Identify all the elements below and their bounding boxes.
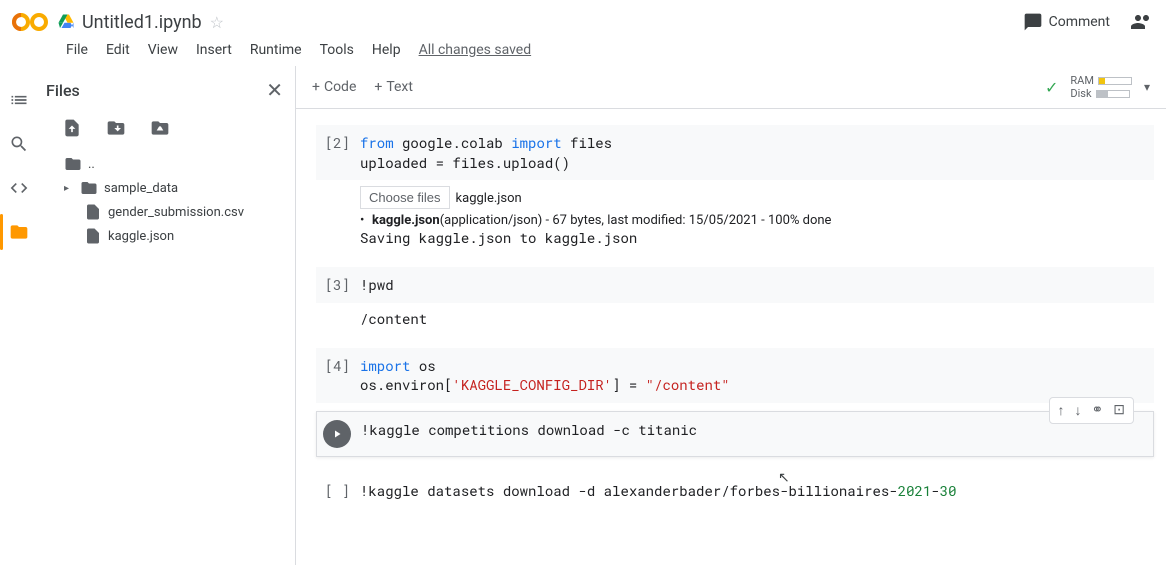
drive-icon	[56, 13, 76, 31]
menu-file[interactable]: File	[66, 42, 88, 58]
folder-icon	[80, 179, 98, 197]
menu-tools[interactable]: Tools	[320, 42, 354, 58]
code-editor[interactable]: from google.colab import files uploaded …	[360, 133, 1154, 172]
chevron-down-icon[interactable]: ▾	[1144, 80, 1150, 94]
upload-icon[interactable]	[62, 118, 82, 138]
comment-icon	[1023, 12, 1043, 32]
plus-icon: +	[312, 79, 320, 95]
close-icon[interactable]: ✕	[266, 78, 287, 102]
add-code-button[interactable]: +Code	[312, 79, 356, 95]
cell[interactable]: [4] import os os.environ['KAGGLE_CONFIG_…	[316, 348, 1154, 403]
left-rail	[0, 66, 38, 565]
share-icon[interactable]	[1130, 10, 1154, 34]
mount-drive-icon[interactable]	[150, 118, 170, 138]
code-editor[interactable]: import os os.environ['KAGGLE_CONFIG_DIR'…	[360, 356, 1154, 395]
file-icon	[84, 203, 102, 221]
run-cell-gutter	[317, 420, 361, 448]
tree-file-kaggle[interactable]: kaggle.json	[46, 224, 287, 248]
star-icon[interactable]: ☆	[210, 13, 224, 32]
link-icon[interactable]: ⚭	[1092, 402, 1104, 419]
exec-count: [4]	[316, 356, 360, 395]
menu-view[interactable]: View	[148, 42, 178, 58]
tree-parent[interactable]: ..	[46, 152, 287, 176]
file-icon	[84, 227, 102, 245]
menu-runtime[interactable]: Runtime	[250, 42, 302, 58]
move-up-icon[interactable]: ↑	[1058, 402, 1065, 419]
code-editor[interactable]: !kaggle competitions download -c titanic	[361, 420, 1153, 448]
save-status[interactable]: All changes saved	[419, 42, 532, 58]
tree-file-label: kaggle.json	[108, 229, 174, 244]
more-icon[interactable]: ⊡	[1113, 402, 1125, 419]
choose-files-button[interactable]: Choose files	[360, 186, 450, 209]
resource-indicator[interactable]: ✓ RAM Disk ▾	[1045, 74, 1150, 100]
cell[interactable]: [3] !pwd /content	[316, 267, 1154, 340]
menu-help[interactable]: Help	[372, 42, 401, 58]
tree-folder-sample[interactable]: ▸ sample_data	[46, 176, 287, 200]
exec-count: [3]	[316, 275, 360, 295]
tree-file-gender[interactable]: gender_submission.csv	[46, 200, 287, 224]
tree-folder-label: sample_data	[104, 181, 178, 196]
search-icon[interactable]	[9, 134, 29, 154]
plus-icon: +	[374, 79, 382, 95]
menu-insert[interactable]: Insert	[196, 42, 232, 58]
files-sidebar: Files ✕ .. ▸ sample_data gender_submissi…	[38, 66, 296, 565]
sidebar-title: Files	[46, 81, 80, 100]
code-editor[interactable]: !kaggle datasets download -d alexanderba…	[360, 481, 1154, 501]
tree-parent-label: ..	[88, 157, 95, 172]
code-icon[interactable]	[9, 178, 29, 198]
notebook-title[interactable]: Untitled1.ipynb	[82, 12, 202, 33]
menu-bar: File Edit View Insert Runtime Tools Help…	[0, 38, 1166, 66]
cell[interactable]: [2] from google.colab import files uploa…	[316, 125, 1154, 259]
colab-logo[interactable]	[12, 10, 48, 34]
cell[interactable]: [ ] !kaggle datasets download -d alexand…	[316, 473, 1154, 509]
add-text-button[interactable]: +Text	[374, 79, 413, 95]
menu-edit[interactable]: Edit	[106, 42, 130, 58]
comment-label: Comment	[1049, 14, 1110, 30]
code-editor[interactable]: !pwd	[360, 275, 1154, 295]
exec-count: [2]	[316, 133, 360, 172]
chevron-right-icon: ▸	[64, 183, 74, 194]
check-icon: ✓	[1045, 78, 1058, 97]
exec-count: [ ]	[316, 481, 360, 501]
mouse-cursor: ↖	[778, 470, 790, 486]
toc-icon[interactable]	[9, 90, 29, 110]
output-text: /content	[360, 309, 1154, 328]
move-down-icon[interactable]: ↓	[1075, 402, 1082, 419]
upload-status: kaggle.json(application/json) - 67 bytes…	[360, 213, 1154, 228]
notebook-content: +Code +Text ✓ RAM Disk ▾ [2] from google…	[296, 66, 1166, 565]
tree-file-label: gender_submission.csv	[108, 205, 244, 220]
folder-icon	[64, 155, 82, 173]
files-icon[interactable]	[9, 222, 29, 242]
refresh-icon[interactable]	[106, 118, 126, 138]
output-text: Saving kaggle.json to kaggle.json	[360, 228, 1154, 247]
run-button[interactable]	[323, 420, 351, 448]
cell-active[interactable]: ↑ ↓ ⚭ ⊡ !kaggle competitions download -c…	[316, 411, 1154, 457]
chosen-file: kaggle.json	[456, 191, 522, 206]
comment-button[interactable]: Comment	[1023, 12, 1110, 32]
